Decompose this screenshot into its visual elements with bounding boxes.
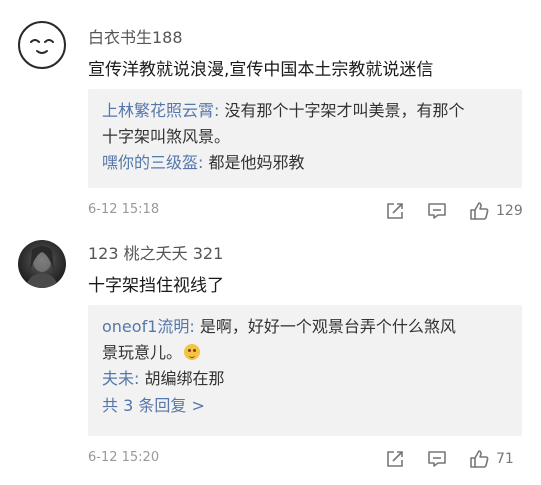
username[interactable]: 123 桃之夭夭 321 (88, 240, 223, 264)
grin-emoji-icon (184, 344, 201, 360)
reply-item: 嘿你的三级盔: 都是他妈邪教 (102, 150, 508, 176)
user-avatar[interactable] (18, 21, 66, 69)
reply-username[interactable]: oneof1流明: (102, 317, 195, 336)
comment-meta: 6-12 15:20 71 (88, 447, 522, 471)
comment-text: 十字架挡住视线了 (88, 276, 224, 296)
reply-item: 夫未: 胡编绑在那 (102, 366, 508, 392)
reply-text: 都是他妈邪教 (203, 153, 305, 172)
reply-item: 上林繁花照云霄: 没有那个十字架才叫美景，有那个 十字架叫煞风景。 (102, 98, 508, 150)
photo-avatar-icon (26, 246, 58, 288)
share-icon (387, 203, 403, 219)
reply-text-continued: 景玩意儿。 (102, 343, 183, 362)
thumbs-up-icon (470, 202, 489, 220)
reply-button[interactable] (426, 447, 448, 471)
more-replies-link[interactable]: 共 3 条回复 > (102, 392, 508, 420)
reply-text: 胡编绑在那 (139, 369, 225, 388)
share-icon (387, 451, 403, 467)
comment-item: 白衣书生188 宣传洋教就说浪漫,宣传中国本土宗教就说迷信 上林繁花照云霄: 没… (0, 0, 541, 230)
reply-text: 没有那个十字架才叫美景，有那个 (219, 101, 465, 120)
reply-button[interactable] (426, 199, 448, 223)
reply-box[interactable]: 上林繁花照云霄: 没有那个十字架才叫美景，有那个 十字架叫煞风景。 嘿你的三级盔… (88, 89, 522, 188)
like-count: 129 (496, 203, 523, 219)
like-button[interactable]: 129 (468, 199, 523, 223)
reply-text: 是啊，好好一个观景台弄个什么煞风 (194, 317, 456, 336)
comment-icon (428, 451, 446, 467)
reply-box[interactable]: oneof1流明: 是啊，好好一个观景台弄个什么煞风 景玩意儿。 夫未: 胡编绑… (88, 305, 522, 436)
comment-icon (428, 203, 446, 219)
share-button[interactable] (384, 447, 406, 471)
timestamp: 6-12 15:18 (88, 202, 160, 217)
timestamp: 6-12 15:20 (88, 450, 160, 465)
reply-username[interactable]: 上林繁花照云霄: (102, 101, 219, 120)
comment-text: 宣传洋教就说浪漫,宣传中国本土宗教就说迷信 (88, 60, 434, 80)
like-button[interactable]: 71 (468, 447, 514, 471)
like-count: 71 (496, 451, 514, 467)
comment-meta: 6-12 15:18 129 (88, 199, 523, 223)
user-avatar[interactable] (18, 240, 66, 288)
reply-username[interactable]: 夫未: (102, 369, 139, 388)
share-button[interactable] (384, 199, 406, 223)
smiley-face-avatar-icon (30, 39, 54, 54)
thumbs-up-icon (470, 450, 489, 468)
comment-item: 123 桃之夭夭 321 十字架挡住视线了 oneof1流明: 是啊，好好一个观… (0, 232, 541, 485)
reply-item: oneof1流明: 是啊，好好一个观景台弄个什么煞风 景玩意儿。 (102, 314, 508, 366)
reply-username[interactable]: 嘿你的三级盔: (102, 153, 203, 172)
username[interactable]: 白衣书生188 (88, 24, 183, 48)
reply-text-continued: 十字架叫煞风景。 (102, 127, 231, 146)
